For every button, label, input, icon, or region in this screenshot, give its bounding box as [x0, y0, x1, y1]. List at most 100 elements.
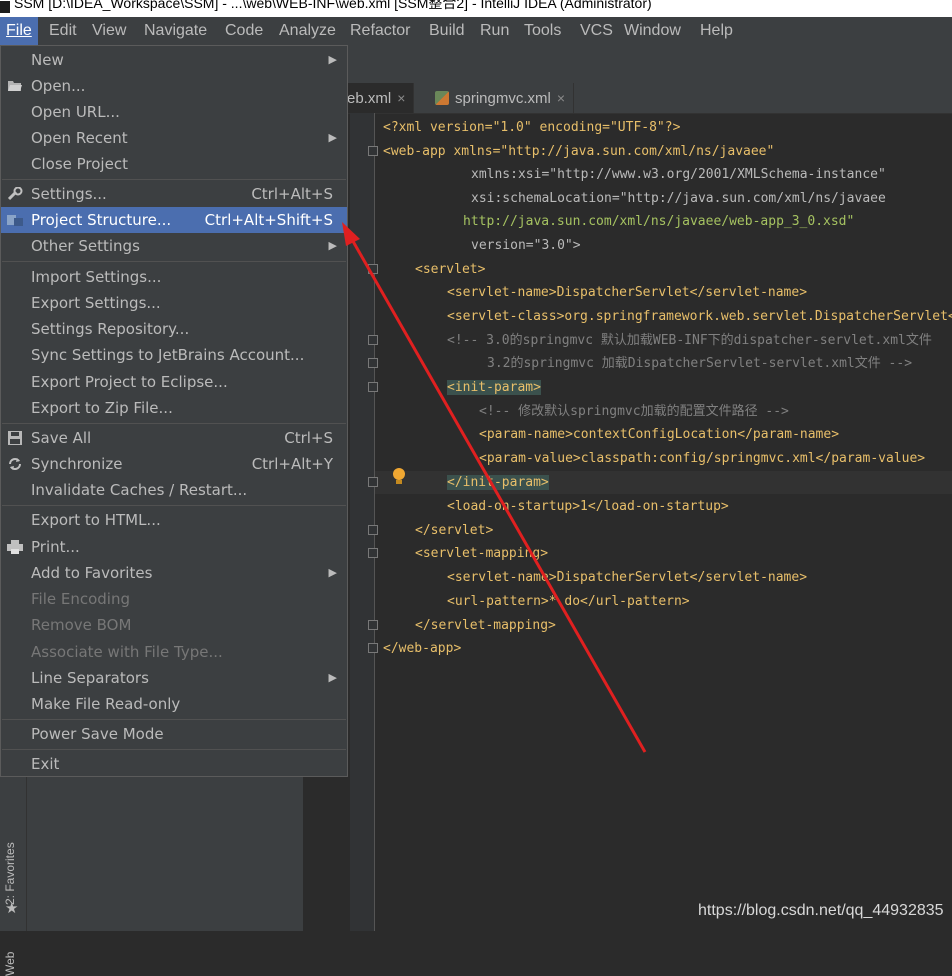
- menu-item-line-separators[interactable]: Line Separators ▶: [1, 665, 347, 691]
- menu-separator: [2, 719, 346, 720]
- fold-marker-icon[interactable]: [368, 382, 378, 392]
- menu-tools[interactable]: Tools: [518, 17, 567, 45]
- tab-web-xml[interactable]: eb.xml ×: [347, 83, 415, 113]
- code-line: </servlet-mapping>: [415, 618, 556, 633]
- menu-item-settings-repository[interactable]: Settings Repository...: [1, 316, 347, 342]
- code-line: xmlns:xsi="http://www.w3.org/2001/XMLSch…: [471, 167, 886, 182]
- menu-item-open-url[interactable]: Open URL...: [1, 99, 347, 125]
- menu-item-make-read-only[interactable]: Make File Read-only: [1, 691, 347, 717]
- sync-icon: [9, 458, 21, 470]
- menu-build[interactable]: Build: [423, 17, 471, 45]
- menu-item-power-save[interactable]: Power Save Mode: [1, 721, 347, 747]
- menu-file[interactable]: File: [0, 17, 38, 45]
- code-line: <url-pattern>*.do</url-pattern>: [447, 594, 690, 609]
- tab-springmvc-label: springmvc.xml: [455, 90, 551, 107]
- code-line: <servlet>: [415, 262, 486, 277]
- intellij-app-icon: [0, 1, 10, 13]
- menu-item-close-project[interactable]: Close Project: [1, 151, 347, 177]
- menu-run[interactable]: Run: [474, 17, 515, 45]
- web-tool-label[interactable]: Web: [3, 952, 17, 976]
- menu-separator: [2, 749, 346, 750]
- menu-item-settings[interactable]: Settings... Ctrl+Alt+S: [1, 181, 347, 207]
- window-title: SSM [D:\IDEA_Workspace\SSM] - ...\web\WE…: [14, 0, 652, 11]
- menu-item-invalidate-caches[interactable]: Invalidate Caches / Restart...: [1, 477, 347, 503]
- window-title-bar: SSM [D:\IDEA_Workspace\SSM] - ...\web\WE…: [0, 0, 952, 17]
- fold-marker-icon[interactable]: [368, 146, 378, 156]
- star-icon[interactable]: ★: [5, 901, 18, 916]
- code-line: <servlet-name>DispatcherServlet</servlet…: [447, 570, 808, 585]
- menu-item-new[interactable]: New ▶: [1, 47, 347, 73]
- code-line: <servlet-class>org.springframework.web.s…: [447, 309, 952, 324]
- code-line: version="3.0">: [471, 238, 581, 253]
- code-line: <servlet-name>DispatcherServlet</servlet…: [447, 285, 808, 300]
- menu-view[interactable]: View: [86, 17, 132, 45]
- submenu-arrow-icon: ▶: [328, 566, 337, 579]
- menu-item-sync-settings[interactable]: Sync Settings to JetBrains Account...: [1, 342, 347, 368]
- editor-gutter: [350, 113, 375, 931]
- fold-marker-icon[interactable]: [368, 264, 378, 274]
- favorites-tool-label[interactable]: 2: Favorites: [3, 842, 17, 905]
- code-comment: 3.2的springmvc 加载DispatcherServlet-servle…: [487, 356, 913, 371]
- menu-item-export-html[interactable]: Export to HTML...: [1, 507, 347, 533]
- menu-item-save-all[interactable]: Save All Ctrl+S: [1, 425, 347, 451]
- fold-marker-icon[interactable]: [368, 643, 378, 653]
- submenu-arrow-icon: ▶: [328, 53, 337, 66]
- code-editor[interactable]: <?xml version="1.0" encoding="UTF-8"?> <…: [380, 113, 952, 673]
- menu-item-exit[interactable]: Exit: [1, 751, 347, 777]
- close-icon[interactable]: ×: [397, 90, 405, 106]
- menu-analyze[interactable]: Analyze: [273, 17, 342, 45]
- spring-xml-file-icon: [435, 91, 449, 105]
- menu-item-project-structure[interactable]: Project Structure... Ctrl+Alt+Shift+S: [1, 207, 347, 233]
- code-line: </web-app>: [383, 641, 462, 656]
- editor-tabs: eb.xml × springmvc.xml ×: [303, 83, 952, 114]
- watermark-text: https://blog.csdn.net/qq_44932835: [698, 902, 944, 919]
- code-line: <servlet-mapping>: [415, 546, 549, 561]
- tab-web-xml-label: eb.xml: [347, 90, 392, 107]
- code-line: <param-value>classpath:config/springmvc.…: [479, 451, 926, 466]
- menu-item-synchronize[interactable]: Synchronize Ctrl+Alt+Y: [1, 451, 347, 477]
- menu-code[interactable]: Code: [219, 17, 269, 45]
- code-comment: <!-- 修改默认springmvc加载的配置文件路径 -->: [479, 404, 789, 419]
- fold-marker-icon[interactable]: [368, 477, 378, 487]
- file-menu-dropdown: New ▶ Open... Open URL... Open Recent ▶ Cl…: [0, 45, 348, 777]
- menu-item-print[interactable]: Print...: [1, 534, 347, 560]
- code-line: </init-param>: [447, 475, 549, 490]
- submenu-arrow-icon: ▶: [328, 239, 337, 252]
- menu-navigate[interactable]: Navigate: [138, 17, 213, 45]
- close-icon[interactable]: ×: [557, 90, 565, 106]
- code-line: <init-param>: [447, 380, 541, 395]
- menu-separator: [2, 261, 346, 262]
- menu-edit[interactable]: Edit: [43, 17, 83, 45]
- menu-item-export-settings[interactable]: Export Settings...: [1, 290, 347, 316]
- menu-item-add-favorites[interactable]: Add to Favorites ▶: [1, 560, 347, 586]
- menu-item-associate-file-type: Associate with File Type...: [31, 643, 223, 661]
- menu-item-import-settings[interactable]: Import Settings...: [1, 264, 347, 290]
- menu-separator: [2, 505, 346, 506]
- menu-item-export-eclipse[interactable]: Export Project to Eclipse...: [1, 369, 347, 395]
- save-icon: [8, 431, 22, 445]
- project-structure-icon: [7, 215, 23, 226]
- menu-separator: [2, 423, 346, 424]
- fold-marker-icon[interactable]: [368, 358, 378, 368]
- submenu-arrow-icon: ▶: [328, 671, 337, 684]
- menu-item-remove-bom: Remove BOM: [31, 616, 132, 634]
- menu-vcs[interactable]: VCS: [574, 17, 619, 45]
- wrench-icon: [7, 187, 23, 201]
- menu-help[interactable]: Help: [694, 17, 739, 45]
- menu-refactor[interactable]: Refactor: [344, 17, 416, 45]
- code-line: <load-on-startup>1</load-on-startup>: [447, 499, 729, 514]
- menu-separator: [2, 179, 346, 180]
- code-line: http://java.sun.com/xml/ns/javaee/web-ap…: [463, 214, 855, 229]
- menu-item-other-settings[interactable]: Other Settings ▶: [1, 233, 347, 259]
- menu-item-open[interactable]: Open...: [1, 73, 347, 99]
- main-menubar: File Edit View Navigate Code Analyze Ref…: [0, 17, 952, 46]
- fold-marker-icon[interactable]: [368, 335, 378, 345]
- menu-item-open-recent[interactable]: Open Recent ▶: [1, 125, 347, 151]
- fold-marker-icon[interactable]: [368, 548, 378, 558]
- fold-marker-icon[interactable]: [368, 620, 378, 630]
- fold-marker-icon[interactable]: [368, 525, 378, 535]
- menu-item-export-zip[interactable]: Export to Zip File...: [1, 395, 347, 421]
- printer-icon: [7, 540, 23, 554]
- tab-springmvc-xml[interactable]: springmvc.xml ×: [427, 83, 575, 113]
- menu-window[interactable]: Window: [618, 17, 687, 45]
